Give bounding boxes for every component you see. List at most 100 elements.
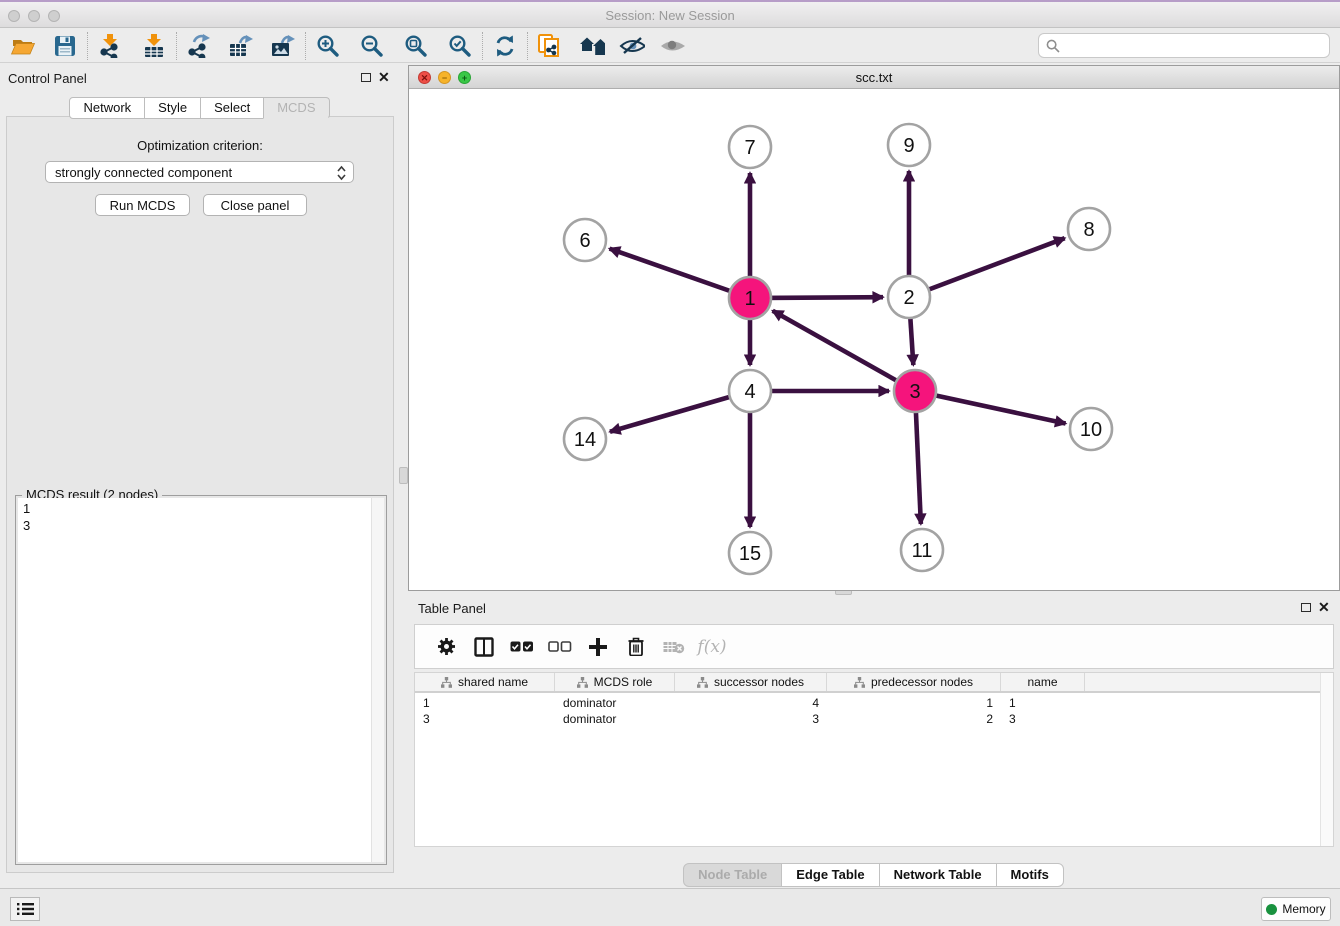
hide-view-button[interactable] (619, 33, 645, 59)
table-float-icon[interactable] (1301, 603, 1311, 612)
task-history-button[interactable] (10, 897, 40, 921)
table-cell[interactable]: 4 (675, 695, 827, 711)
graph-node-label-10: 10 (1080, 419, 1102, 441)
close-panel-button[interactable]: Close panel (203, 194, 307, 216)
table-cell[interactable]: 3 (675, 711, 827, 727)
network-canvas[interactable]: 1234678910111415 (409, 89, 1339, 590)
table-row[interactable]: 1dominator411 (415, 695, 1321, 711)
search-input[interactable] (1065, 38, 1329, 53)
zoom-out-icon (360, 34, 384, 58)
control-panel-title: Control Panel (8, 71, 87, 86)
tab-edge-table[interactable]: Edge Table (781, 863, 879, 887)
network-graph: 1234678910111415 (409, 89, 1339, 590)
node-table[interactable]: shared name MCDS role successor nodes prede… (414, 672, 1334, 847)
graph-node-label-11: 11 (912, 540, 933, 562)
delete-table-button[interactable] (655, 634, 693, 660)
gear-icon (437, 637, 456, 656)
zoom-out-button[interactable] (359, 33, 385, 59)
criterion-select[interactable]: strongly connected component (45, 161, 354, 183)
table-close-icon[interactable]: ✕ (1318, 600, 1330, 614)
clone-network-icon (537, 33, 563, 59)
open-folder-icon (11, 36, 35, 56)
zoom-fit-button[interactable] (403, 33, 429, 59)
tab-style[interactable]: Style (144, 97, 201, 119)
tab-motifs[interactable]: Motifs (996, 863, 1064, 887)
control-panel-header: Control Panel ✕ (0, 66, 400, 92)
tab-network-table[interactable]: Network Table (879, 863, 997, 887)
home-icon (579, 35, 605, 57)
memory-button[interactable]: Memory (1261, 897, 1331, 921)
select-all-button[interactable] (503, 634, 541, 660)
deselect-all-button[interactable] (541, 634, 579, 660)
table-settings-button[interactable] (427, 634, 465, 660)
table-row[interactable]: 3dominator323 (415, 711, 1321, 727)
toolbar-separator (527, 32, 528, 60)
show-view-button[interactable] (659, 33, 685, 59)
export-network-button[interactable] (186, 33, 212, 59)
table-cell[interactable]: 1 (415, 695, 555, 711)
search-field[interactable] (1038, 33, 1330, 58)
zoom-selected-button[interactable] (447, 33, 473, 59)
tab-mcds[interactable]: MCDS (263, 97, 329, 119)
column-header-successor-nodes[interactable]: successor nodes (675, 673, 827, 691)
graph-edge-2-8[interactable] (909, 238, 1065, 297)
hierarchy-icon (697, 677, 708, 688)
import-table-icon (142, 34, 166, 58)
graph-edge-3-1[interactable] (773, 311, 915, 391)
zoom-in-button[interactable] (315, 33, 341, 59)
export-table-button[interactable] (228, 33, 254, 59)
column-header-MCDS-role[interactable]: MCDS role (555, 673, 675, 691)
table-cell[interactable]: dominator (555, 695, 675, 711)
table-cell[interactable]: dominator (555, 711, 675, 727)
network-view-window: ✕ − + scc.txt 1234678910111415 (408, 65, 1340, 591)
graph-node-label-7: 7 (744, 137, 755, 159)
clone-network-button[interactable] (537, 33, 563, 59)
run-mcds-button[interactable]: Run MCDS (95, 194, 190, 216)
select-stepper-icon (337, 165, 346, 184)
search-icon (1046, 39, 1060, 53)
column-label: MCDS role (594, 675, 653, 689)
import-network-button[interactable] (97, 33, 123, 59)
open-session-button[interactable] (10, 33, 36, 59)
column-header-predecessor-nodes[interactable]: predecessor nodes (827, 673, 1001, 691)
zoom-selected-icon (448, 34, 472, 58)
apply-layout-button[interactable] (492, 33, 518, 59)
table-scrollbar[interactable] (1320, 673, 1333, 846)
hierarchy-icon (577, 677, 588, 688)
table-header-row: shared name MCDS role successor nodes prede… (415, 673, 1321, 693)
mcds-result-text[interactable]: 1 3 (18, 498, 384, 862)
tab-network[interactable]: Network (69, 97, 145, 119)
import-network-icon (98, 34, 122, 58)
optimization-criterion-label: Optimization criterion: (7, 138, 393, 153)
graph-edge-3-10[interactable] (915, 391, 1066, 424)
tab-node-table[interactable]: Node Table (683, 863, 782, 887)
toolbar-separator (176, 32, 177, 60)
close-panel-icon[interactable]: ✕ (378, 70, 390, 84)
delete-column-button[interactable] (617, 634, 655, 660)
vertical-splitter-handle[interactable] (399, 467, 408, 484)
tab-select[interactable]: Select (200, 97, 264, 119)
home-button[interactable] (579, 33, 605, 59)
show-columns-button[interactable] (465, 634, 503, 660)
save-session-button[interactable] (52, 33, 78, 59)
eye-icon (659, 36, 685, 56)
export-image-button[interactable] (270, 33, 296, 59)
float-panel-icon[interactable] (361, 73, 371, 82)
graph-edge-1-6[interactable] (610, 249, 750, 298)
import-table-button[interactable] (141, 33, 167, 59)
table-cell[interactable]: 3 (1001, 711, 1085, 727)
export-image-icon (270, 34, 296, 58)
export-network-icon (186, 34, 212, 58)
hierarchy-icon (441, 677, 452, 688)
result-scrollbar[interactable] (371, 498, 384, 862)
function-builder-button[interactable]: f(x) (693, 634, 731, 660)
table-cell[interactable]: 1 (827, 695, 1001, 711)
table-cell[interactable]: 2 (827, 711, 1001, 727)
column-header-name[interactable]: name (1001, 673, 1085, 691)
table-cell[interactable]: 1 (1001, 695, 1085, 711)
table-cell[interactable]: 3 (415, 711, 555, 727)
main-toolbar (0, 30, 1340, 63)
column-label: successor nodes (714, 675, 804, 689)
add-column-button[interactable] (579, 634, 617, 660)
column-header-shared-name[interactable]: shared name (415, 673, 555, 691)
